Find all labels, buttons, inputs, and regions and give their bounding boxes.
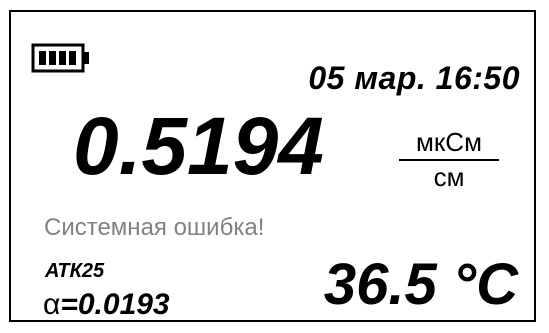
atc-label: АТК25	[45, 260, 105, 282]
coefficient-value: =0.0193	[60, 288, 170, 321]
error-message: Системная ошибка!	[44, 214, 265, 241]
conductivity-unit: мкСм см	[397, 128, 501, 191]
unit-numerator: мкСм	[416, 127, 482, 157]
conductivity-reading: 0.5194	[73, 101, 324, 192]
datetime-display: 05 мар. 16:50	[308, 60, 520, 96]
unit-denominator: см	[433, 162, 465, 192]
alpha-symbol: α	[43, 288, 61, 321]
device-display: 05 мар. 16:50 0.5194 мкСм см Системная о…	[9, 10, 536, 322]
temperature-coefficient: α=0.0193	[43, 288, 170, 322]
temperature-reading: 36.5 °C	[323, 252, 518, 317]
battery-full-icon	[31, 42, 91, 76]
